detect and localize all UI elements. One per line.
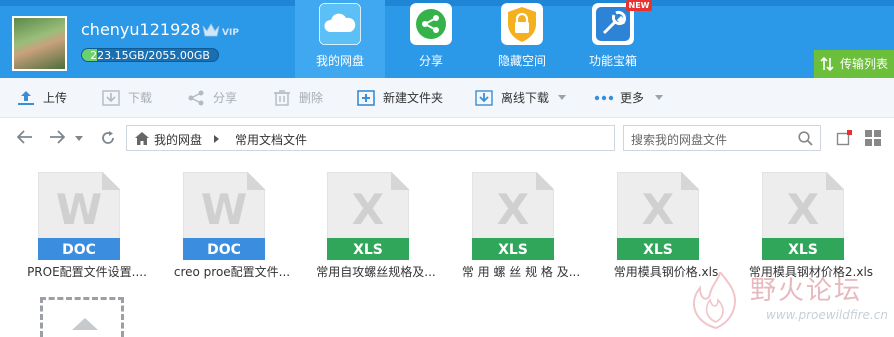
quota-text: 223.15GB/2055.00GB (90, 49, 210, 62)
breadcrumb-item[interactable]: 常用文档文件 (235, 131, 307, 148)
watermark-url: www.proewildfire.cn (766, 308, 888, 322)
vip-text: VIP (222, 28, 239, 38)
quota-bar: 223.15GB/2055.00GB (81, 48, 219, 62)
file-type-label: XLS (498, 242, 528, 258)
upload-arrow-icon (72, 318, 98, 330)
new-folder-label: 新建文件夹 (383, 91, 444, 105)
flame-logo-icon (692, 272, 736, 330)
file-name: PROE配置文件设置.... (27, 265, 147, 279)
file-name: 常 用 螺 丝 规 格 及... (461, 265, 581, 279)
nav-my-drive[interactable]: 我的网盘 (295, 0, 385, 78)
file-letter: X (497, 185, 529, 234)
search-placeholder: 搜索我的网盘文件 (631, 133, 728, 147)
transfer-label: 传输列表 (840, 57, 889, 71)
share-icon (410, 3, 452, 45)
download-label: 下载 (128, 91, 153, 105)
nav-share[interactable]: 分享 (386, 0, 476, 78)
forward-arrow-icon[interactable] (49, 130, 65, 144)
breadcrumb-item[interactable]: 我的网盘 (154, 131, 202, 148)
lock-icon (501, 3, 543, 45)
doc-file-icon: W DOC (183, 172, 265, 260)
new-folder-icon (357, 90, 375, 106)
file-type-label: XLS (643, 242, 673, 258)
xls-file-icon: X XLS (762, 172, 844, 260)
nav-label: 分享 (418, 54, 443, 68)
trash-icon (274, 90, 290, 106)
history-dropdown-icon[interactable] (75, 136, 83, 142)
nav-label: 功能宝箱 (588, 54, 637, 68)
toolbar: 上传 下载 分享 删除 新建文件夹 离线下载 更多 (0, 78, 894, 118)
vip-badge-icon[interactable]: VIP (201, 22, 241, 40)
xls-file-icon: X XLS (617, 172, 699, 260)
file-name: 常用自攻螺丝规格及... (316, 265, 436, 279)
watermark-text: 野火论坛 (750, 276, 863, 306)
new-badge: NEW (626, 0, 652, 11)
offline-download-label: 离线下载 (501, 91, 550, 105)
search-field[interactable]: 搜索我的网盘文件 (623, 125, 821, 151)
share-small-icon (188, 90, 204, 106)
transfer-icon (820, 57, 834, 71)
more-label: 更多 (620, 91, 645, 105)
doc-file-icon: W DOC (38, 172, 120, 260)
xls-file-icon: X XLS (327, 172, 409, 260)
upload-icon (18, 91, 34, 105)
file-type-label: DOC (62, 242, 96, 258)
breadcrumb-separator-icon (214, 135, 219, 143)
watermark: 野火论坛 www.proewildfire.cn (686, 270, 894, 331)
delete-label: 删除 (299, 91, 324, 105)
file-letter: X (787, 185, 819, 234)
download-icon (102, 90, 120, 106)
file-name: creo proe配置文件... (173, 265, 291, 279)
file-type-label: DOC (207, 242, 241, 258)
refresh-icon[interactable] (100, 130, 116, 146)
transfer-list-button[interactable]: 传输列表 (814, 50, 894, 78)
add-file-tile[interactable] (40, 297, 124, 337)
file-letter: X (642, 185, 674, 234)
file-type-label: XLS (353, 242, 383, 258)
offline-download-dropdown-icon[interactable] (558, 95, 566, 100)
nav-label: 隐藏空间 (497, 54, 546, 68)
nav-label: 我的网盘 (315, 54, 364, 68)
file-letter: W (201, 185, 247, 234)
breadcrumb[interactable]: 我的网盘 常用文档文件 (126, 125, 615, 151)
view-mode-icon[interactable] (836, 130, 852, 146)
upload-label: 上传 (43, 91, 68, 105)
file-letter: X (352, 185, 384, 234)
share-label: 分享 (213, 91, 238, 105)
username[interactable]: chenyu121928 (81, 20, 201, 39)
xls-file-icon: X XLS (472, 172, 554, 260)
home-icon[interactable] (135, 132, 149, 145)
file-type-label: XLS (788, 242, 818, 258)
offline-download-icon (475, 90, 493, 106)
back-arrow-icon[interactable] (17, 130, 33, 144)
search-icon[interactable] (798, 131, 813, 146)
header-bar: chenyu121928 VIP 223.15GB/2055.00GB 我的网盘… (0, 0, 894, 78)
more-dropdown-icon[interactable] (655, 95, 663, 100)
avatar[interactable] (12, 16, 67, 71)
more-dots-icon (594, 95, 614, 101)
nav-hidden-space[interactable]: 隐藏空间 (477, 0, 567, 78)
grid-view-icon[interactable] (865, 130, 881, 146)
file-letter: W (56, 185, 102, 234)
nav-toolbox[interactable]: NEW 功能宝箱 (568, 0, 658, 78)
cloud-icon (319, 3, 361, 45)
